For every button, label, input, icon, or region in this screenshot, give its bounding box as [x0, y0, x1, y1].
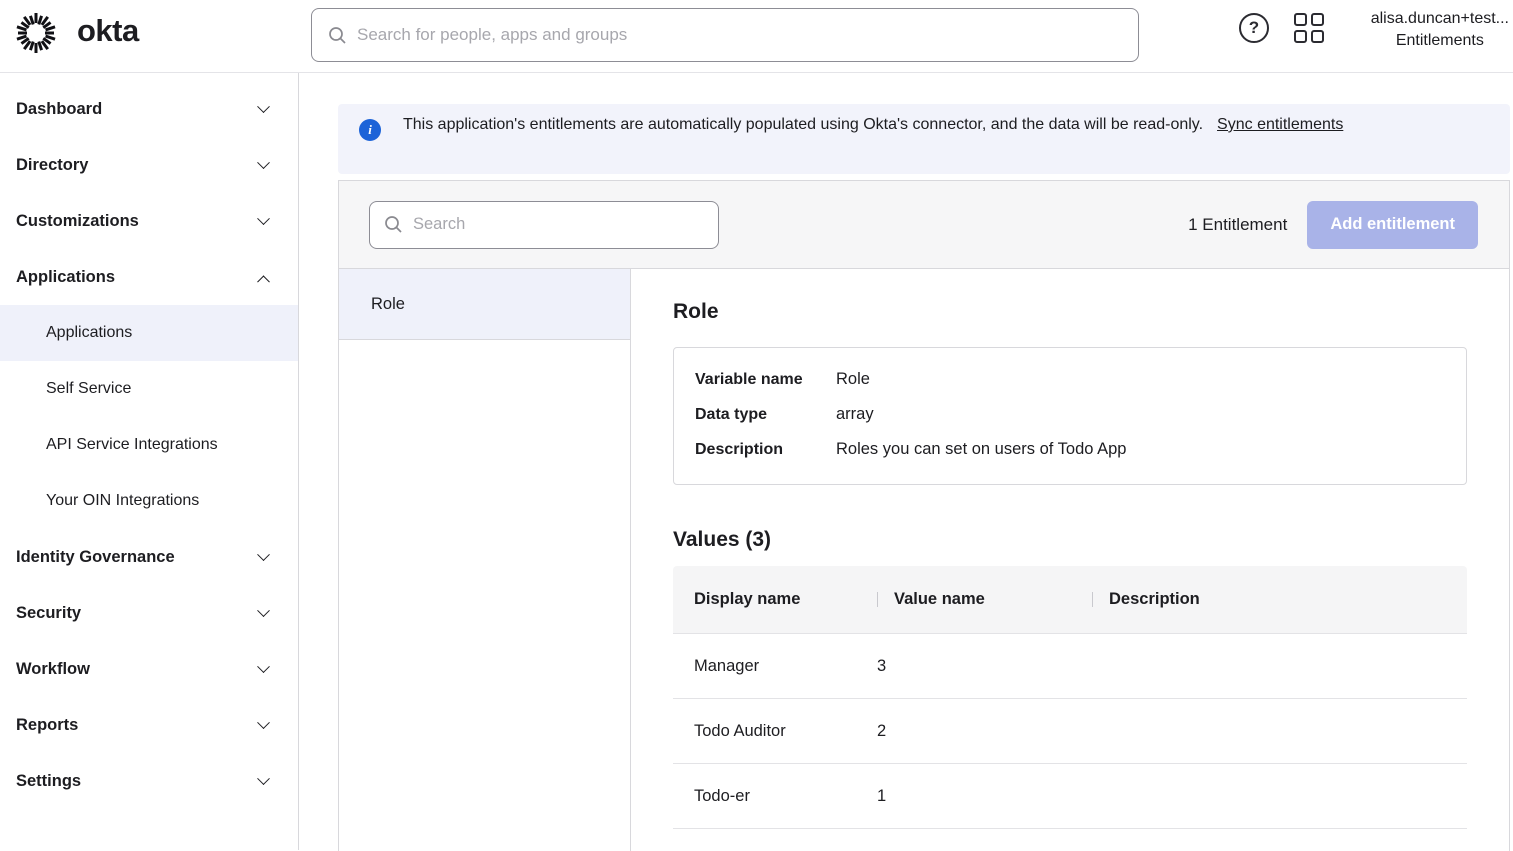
sidebar-item-label: Dashboard — [16, 100, 259, 119]
sidebar-subitem-your-oin-integrations[interactable]: Your OIN Integrations — [0, 473, 298, 529]
chevron-down-icon — [257, 156, 270, 169]
cell-display-name: Todo-er — [694, 787, 877, 806]
detail-title: Role — [673, 300, 1467, 324]
sidebar-item-workflow[interactable]: Workflow — [0, 641, 298, 697]
entitlement-count: 1 Entitlement — [1188, 215, 1287, 235]
sidebar-subitem-label: Self Service — [46, 380, 131, 398]
banner-message: This application's entitlements are auto… — [403, 116, 1203, 133]
field-data-type: Data type array — [695, 404, 1445, 425]
cell-value-name: 2 — [877, 722, 1092, 741]
info-icon: i — [359, 119, 381, 141]
chevron-down-icon — [257, 100, 270, 113]
okta-aura-icon — [14, 11, 58, 55]
detail-card: Variable name Role Data type array Descr… — [673, 347, 1467, 485]
apps-grid-button[interactable] — [1294, 13, 1324, 43]
add-entitlement-button[interactable]: Add entitlement — [1307, 201, 1478, 249]
sidebar-item-label: Reports — [16, 716, 259, 735]
info-banner: i This application's entitlements are au… — [338, 104, 1510, 174]
grid-square-icon — [1311, 13, 1324, 26]
chevron-down-icon — [257, 604, 270, 617]
sidebar-subitem-label: API Service Integrations — [46, 436, 218, 454]
chevron-down-icon — [257, 212, 270, 225]
account-menu[interactable]: alisa.duncan+test... Entitlements — [1371, 8, 1509, 52]
cell-value-name: 3 — [877, 657, 1092, 676]
sidebar-item-identity-governance[interactable]: Identity Governance — [0, 529, 298, 585]
sidebar-item-applications[interactable]: Applications — [0, 249, 298, 305]
search-icon — [328, 26, 347, 45]
field-value: array — [836, 404, 874, 425]
entitlement-detail: Role Variable name Role Data type array … — [631, 269, 1509, 851]
field-value: Roles you can set on users of Todo App — [836, 439, 1126, 460]
sidebar-nav: Dashboard Directory Customizations Appli… — [0, 73, 299, 850]
sidebar-item-label: Identity Governance — [16, 548, 259, 567]
cell-display-name: Todo Auditor — [694, 722, 877, 741]
info-icon-glyph: i — [368, 122, 372, 138]
sidebar-item-label: Settings — [16, 772, 259, 791]
sidebar-item-dashboard[interactable]: Dashboard — [0, 81, 298, 137]
sidebar-item-security[interactable]: Security — [0, 585, 298, 641]
sidebar-item-customizations[interactable]: Customizations — [0, 193, 298, 249]
values-table-header: Display name Value name Description — [673, 566, 1467, 634]
table-row: Manager 3 — [673, 634, 1467, 699]
field-value: Role — [836, 369, 870, 390]
question-mark-icon: ? — [1249, 18, 1259, 38]
chevron-down-icon — [257, 772, 270, 785]
global-search[interactable] — [311, 8, 1139, 62]
field-description: Description Roles you can set on users o… — [695, 439, 1445, 460]
sidebar-item-label: Workflow — [16, 660, 259, 679]
field-label: Variable name — [695, 369, 836, 390]
chevron-down-icon — [257, 716, 270, 729]
account-org: Entitlements — [1371, 30, 1509, 52]
sidebar-subitem-applications[interactable]: Applications — [0, 305, 298, 361]
sidebar-item-label: Customizations — [16, 212, 259, 231]
account-email: alisa.duncan+test... — [1371, 8, 1509, 30]
sidebar-item-reports[interactable]: Reports — [0, 697, 298, 753]
column-header-description: Description — [1092, 590, 1446, 609]
entitlement-list-item-label: Role — [371, 295, 405, 314]
entitlements-list: Role — [339, 269, 631, 851]
grid-square-icon — [1294, 13, 1307, 26]
entitlements-search[interactable] — [369, 201, 719, 249]
okta-logo[interactable]: okta — [14, 11, 139, 55]
column-header-value-name: Value name — [877, 590, 1092, 609]
field-variable-name: Variable name Role — [695, 369, 1445, 390]
sidebar-subitem-label: Applications — [46, 324, 132, 342]
entitlements-toolbar: 1 Entitlement Add entitlement — [339, 181, 1509, 269]
search-icon — [384, 215, 403, 234]
sidebar-item-label: Directory — [16, 156, 259, 175]
table-row: Todo Auditor 2 — [673, 699, 1467, 764]
values-heading: Values (3) — [673, 528, 1467, 552]
okta-wordmark: okta — [77, 13, 139, 53]
sync-entitlements-link[interactable]: Sync entitlements — [1217, 116, 1343, 133]
field-label: Data type — [695, 404, 836, 425]
sidebar-subitem-label: Your OIN Integrations — [46, 492, 199, 510]
values-table: Display name Value name Description Mana… — [673, 566, 1467, 829]
sidebar-subitem-api-service-integrations[interactable]: API Service Integrations — [0, 417, 298, 473]
help-button[interactable]: ? — [1239, 13, 1269, 43]
sidebar-item-label: Security — [16, 604, 259, 623]
column-header-display-name: Display name — [694, 590, 877, 609]
top-bar: okta ? alisa.duncan+test... Entitlements — [0, 0, 1513, 73]
cell-value-name: 1 — [877, 787, 1092, 806]
global-search-input[interactable] — [357, 25, 1122, 45]
field-label: Description — [695, 439, 836, 460]
entitlements-search-input[interactable] — [413, 215, 704, 234]
sidebar-item-settings[interactable]: Settings — [0, 753, 298, 809]
entitlement-list-item-role[interactable]: Role — [339, 269, 630, 340]
chevron-down-icon — [257, 548, 270, 561]
entitlements-panel: 1 Entitlement Add entitlement Role Role … — [338, 180, 1510, 851]
sidebar-subitem-self-service[interactable]: Self Service — [0, 361, 298, 417]
grid-square-icon — [1294, 30, 1307, 43]
sidebar-item-label: Applications — [16, 268, 259, 287]
chevron-up-icon — [257, 275, 270, 288]
table-row: Todo-er 1 — [673, 764, 1467, 829]
cell-display-name: Manager — [694, 657, 877, 676]
chevron-down-icon — [257, 660, 270, 673]
sidebar-item-directory[interactable]: Directory — [0, 137, 298, 193]
grid-square-icon — [1311, 30, 1324, 43]
